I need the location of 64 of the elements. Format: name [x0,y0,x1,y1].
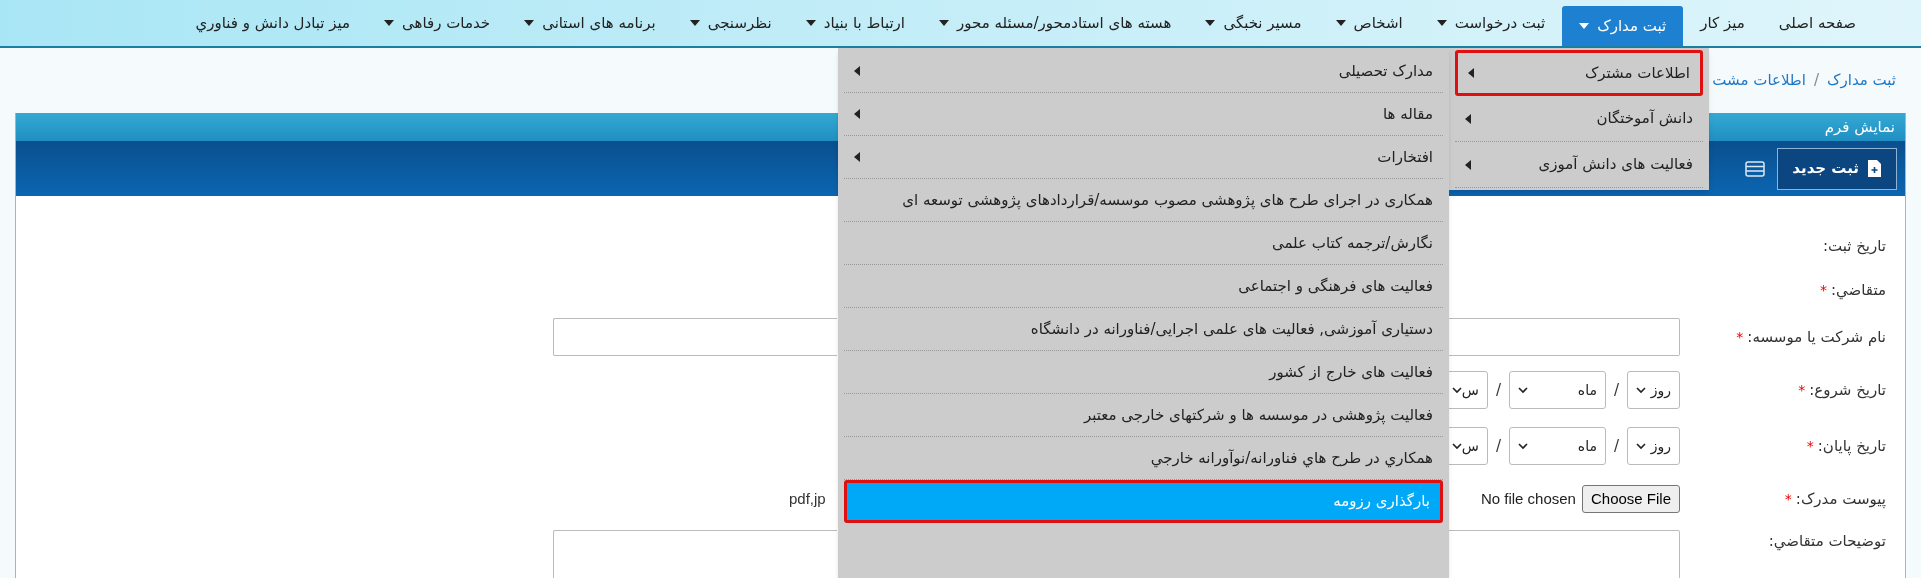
required-mark: * [1736,327,1744,347]
file-status: No file chosen [1480,488,1576,509]
menu-item[interactable]: همکاری در اجرای طرح های پژوهشی مصوب موسسه/قراردادهای پژوهشی توسعه ای [844,179,1443,222]
nav-menu-item[interactable]: خدمات رفاهی [367,0,508,46]
chevron-down-icon [1451,442,1462,450]
date-separator: / [1613,379,1619,401]
menu-item[interactable]: اطلاعات مشترک [1455,50,1703,96]
menu-item[interactable]: فعالیت پژوهشی در موسسه ها و شرکتهای خارجی معتبر [844,394,1443,437]
day-select[interactable]: روز [1627,427,1680,465]
company-input-field[interactable] [553,318,837,356]
chevron-down-icon [1451,386,1462,394]
menu-item[interactable]: فعالیت های فرهنگی و اجتماعی [844,265,1443,308]
menu-item[interactable]: افتخارات [844,136,1443,179]
day-select[interactable]: روز [1627,371,1680,409]
new-record-button[interactable]: ثبت جدید [1777,147,1897,190]
nav-menu-item[interactable]: هسته های استادمحور/مسئله محور [922,0,1189,46]
required-mark: * [1784,489,1792,509]
company-input-field[interactable] [1448,318,1680,356]
month-select[interactable]: ماه [1508,371,1606,409]
menu-item[interactable]: فعالیت های خارج از کشور [844,351,1443,394]
date-separator: / [1495,435,1501,457]
file-type-hint: pdf,jp [789,488,826,509]
month-select[interactable]: ماه [1508,427,1606,465]
menu-item[interactable]: دستیاری آموزشی, فعالیت های علمی اجرایی/فناورانه در دانشگاه [844,308,1443,351]
field-label: تاریخ ثبت: [1822,235,1886,257]
field-label: توضیحات متقاضي: [1768,531,1886,553]
chevron-down-icon [1636,442,1646,450]
description-text-area[interactable] [1448,530,1680,578]
chevron-down-icon [1517,442,1528,450]
chevron-down-icon [1517,386,1528,394]
menu-item[interactable]: مدارک تحصیلی [844,50,1443,93]
nav-menu-item[interactable]: صفحه اصلی [1761,0,1873,46]
required-mark: * [1798,380,1806,400]
chevron-down-icon [1636,386,1646,394]
menu-item[interactable]: مقاله ها [844,93,1443,136]
field-label: پیوست مدرک: [1795,488,1886,510]
nav-menu-item[interactable]: برنامه های استانی [507,0,673,46]
date-separator: / [1495,379,1501,401]
nav-menu-item[interactable]: ثبت مدارک [1562,6,1684,46]
list-icon[interactable] [1745,160,1766,177]
required-mark: * [1820,280,1827,300]
menu-item[interactable]: دانش آموختگان [1455,96,1703,142]
breadcrumb-separator: / [1814,70,1820,92]
nav-menu-item[interactable]: ارتباط با بنیاد [788,0,923,46]
field-label: متقاضي: [1831,279,1886,302]
nav-menu-item[interactable]: ثبت درخواست [1419,0,1563,46]
menu-item[interactable]: نگارش/ترجمه کتاب علمی [844,222,1443,265]
field-label: تاریخ پایان: [1817,435,1886,458]
nav-menu-item[interactable]: اشخاص [1318,0,1420,46]
field-label: تاریخ شروع: [1809,379,1886,401]
breadcrumb-link[interactable]: ثبت مدارک [1827,69,1896,92]
date-separator: / [1613,435,1619,457]
nav-menu-item[interactable]: نظرسنجی [672,0,789,46]
nav-menu-item[interactable]: میز کار [1683,0,1762,46]
description-text-area[interactable] [553,530,837,578]
field-label: نام شرکت یا موسسه: [1747,326,1886,348]
breadcrumb-link[interactable]: اطلاعات مشت [1712,69,1806,92]
nav-menu-item[interactable]: مسیر نخبگی [1188,0,1319,46]
panel-title: نمایش فرم [1824,116,1895,138]
choose-file-button[interactable]: Choose File [1581,485,1680,513]
file-plus-icon [1867,159,1882,178]
nav-menu-item[interactable]: میز تبادل دانش و فناوري [178,0,368,46]
menu-item[interactable]: فعالیت های دانش آموزی [1455,142,1703,188]
required-mark: * [1806,436,1814,456]
